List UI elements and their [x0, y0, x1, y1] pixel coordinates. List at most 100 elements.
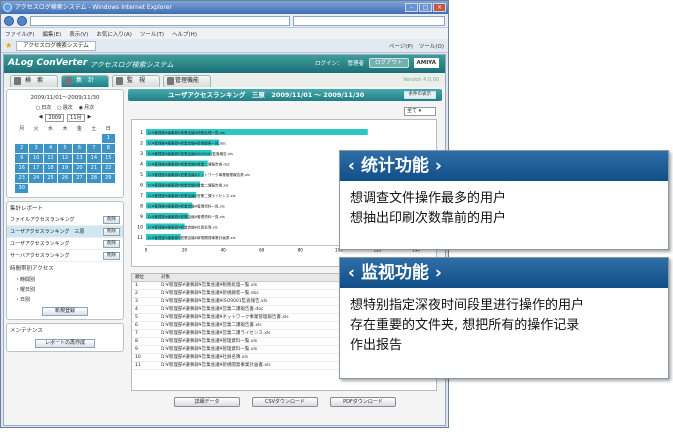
- calendar-day[interactable]: 6: [72, 144, 87, 153]
- time-item[interactable]: ・曜日別: [7, 284, 123, 294]
- calendar-day[interactable]: 24: [29, 174, 43, 183]
- calendar-day[interactable]: 11: [43, 154, 58, 163]
- bottom-buttons: 詳細データ CSVダウンロード PDFダウンロード: [128, 397, 442, 407]
- radio-daily[interactable]: 日次: [36, 104, 51, 111]
- bar-label: D:¥管理部¥議事録¥営業会議¥営業二課ライセンス.xls: [148, 193, 236, 198]
- delete-button[interactable]: 削除: [103, 215, 120, 224]
- calendar-day[interactable]: 27: [72, 174, 87, 183]
- command-bar: ページ(P) ツール(O): [389, 42, 444, 50]
- calendar-day[interactable]: 18: [43, 164, 58, 173]
- calendar-day[interactable]: 13: [72, 154, 87, 163]
- menu-view[interactable]: 表示(V): [69, 30, 88, 38]
- show-conditions-button[interactable]: 条件の表示: [403, 91, 436, 99]
- detail-data-button[interactable]: 詳細データ: [174, 397, 240, 407]
- report-item[interactable]: ユーザアクセスランキング 削除: [7, 238, 123, 250]
- calendar-day[interactable]: 2: [15, 144, 29, 153]
- calendar-day[interactable]: 14: [87, 154, 101, 163]
- calendar-day[interactable]: 23: [15, 174, 29, 183]
- weekday-header: 土: [91, 126, 97, 132]
- tools-menu[interactable]: ツール(O): [419, 42, 444, 50]
- rebuild-report-button[interactable]: レポートの再作成: [35, 339, 95, 348]
- time-item[interactable]: ・日別: [7, 294, 123, 304]
- category-label: 11: [137, 235, 143, 241]
- report-title-bar: ユーザアクセスランキング 三原 2009/11/01 〜 2009/11/30 …: [128, 89, 442, 101]
- top-select[interactable]: 全て ▾: [404, 107, 436, 116]
- calendar-day[interactable]: 8: [101, 144, 115, 153]
- csv-download-button[interactable]: CSVダウンロード: [252, 397, 318, 407]
- calendar-day[interactable]: 19: [58, 164, 72, 173]
- menu-tools[interactable]: ツール(T): [140, 30, 164, 38]
- logout-button[interactable]: ログアウト: [368, 58, 409, 68]
- report-item[interactable]: ファイルアクセスランキング 削除: [7, 214, 123, 226]
- report-item[interactable]: ユーザアクセスランキング 三原 削除: [7, 226, 123, 238]
- calendar-day[interactable]: 10: [29, 154, 43, 163]
- tab-monitor[interactable]: 監 視: [112, 75, 160, 87]
- calendar-day[interactable]: 1: [101, 134, 115, 143]
- maximize-button[interactable]: □: [419, 3, 432, 12]
- calendar-day[interactable]: 3: [29, 144, 43, 153]
- delete-button[interactable]: 削除: [103, 239, 120, 248]
- app-tabs: 検 索 集 計 監 視 管理機能 Version 4.0.00: [4, 73, 445, 87]
- forward-icon[interactable]: [17, 15, 27, 26]
- menu-edit[interactable]: 編集(E): [42, 30, 61, 38]
- favorites-star-icon[interactable]: ★: [5, 41, 12, 50]
- weekday-header: 水: [48, 126, 54, 132]
- app-header: ALog ConVerter アクセスログ検索システム ログイン： 管理者 ログ…: [4, 55, 445, 73]
- weekday-header: 日: [105, 126, 111, 132]
- pdf-download-button[interactable]: PDFダウンロード: [330, 397, 396, 407]
- menu-file[interactable]: ファイル(F): [5, 30, 34, 38]
- bar-label: D:¥管理部¥議事録¥営業会議¥ネットワーク事業管理報告書.xls: [148, 172, 250, 177]
- app-subtitle: アクセスログ検索システム: [90, 61, 174, 69]
- callout-statistics-body: 想调查文件操作最多的用户 想抽出印刷次数靠前的用户: [340, 181, 668, 237]
- calendar-day[interactable]: 28: [87, 174, 101, 183]
- calendar-day[interactable]: 7: [87, 144, 101, 153]
- calendar-day[interactable]: 26: [58, 174, 72, 183]
- calendar-day[interactable]: 20: [72, 164, 87, 173]
- next-icon[interactable]: ▶: [88, 114, 92, 122]
- category-label: 7: [140, 193, 143, 199]
- prev-icon[interactable]: ◀: [39, 114, 43, 122]
- category-label: 6: [140, 183, 143, 189]
- back-icon[interactable]: [4, 15, 14, 26]
- new-register-button[interactable]: 新規登録: [42, 307, 88, 316]
- calendar-day[interactable]: 30: [15, 184, 29, 193]
- close-button[interactable]: ×: [433, 3, 446, 12]
- calendar-day[interactable]: 4: [43, 144, 58, 153]
- calendar-day[interactable]: 22: [101, 164, 115, 173]
- report-item[interactable]: サーバアクセスランキング 削除: [7, 250, 123, 262]
- admin-tab-icon: [167, 77, 174, 85]
- url-input[interactable]: [30, 15, 290, 26]
- calendar-day: [29, 134, 42, 143]
- delete-button[interactable]: 削除: [103, 251, 120, 260]
- year-select[interactable]: 2009: [45, 114, 65, 122]
- calendar-day[interactable]: 25: [43, 174, 58, 183]
- calendar-day[interactable]: 17: [29, 164, 43, 173]
- delete-button[interactable]: 削除: [103, 227, 120, 236]
- calendar-day[interactable]: 16: [15, 164, 29, 173]
- rank-cell: 11: [135, 363, 141, 368]
- radio-weekly[interactable]: 週次: [57, 104, 73, 111]
- month-select[interactable]: 11月: [67, 114, 85, 122]
- minimize-button[interactable]: –: [405, 3, 418, 12]
- tab-aggregate[interactable]: 集 計: [61, 75, 109, 87]
- calendar-day[interactable]: 9: [15, 154, 29, 163]
- time-item[interactable]: ・時間別: [7, 274, 123, 284]
- calendar-day[interactable]: 5: [58, 144, 72, 153]
- callout-line: 想特别指定深夜时间段里进行操作的用户: [350, 298, 585, 313]
- calendar-day[interactable]: 21: [87, 164, 101, 173]
- calendar-day[interactable]: 29: [101, 174, 115, 183]
- menu-favorites[interactable]: お気に入り(A): [96, 30, 132, 38]
- login-label: ログイン：: [314, 61, 343, 67]
- page-menu[interactable]: ページ(P): [389, 42, 413, 50]
- bar-label: D:¥管理部¥議事録¥営業会議¥社員名簿.xls: [148, 224, 218, 229]
- weekday-header: 月: [19, 126, 25, 132]
- tab-search[interactable]: 検 索: [10, 75, 58, 87]
- browser-tab[interactable]: アクセスログ検索システム: [16, 40, 96, 51]
- calendar-day[interactable]: 12: [58, 154, 72, 163]
- tab-admin[interactable]: 管理機能: [163, 75, 211, 87]
- search-input[interactable]: [293, 15, 445, 26]
- radio-monthly[interactable]: 月次: [79, 104, 94, 111]
- calendar-panel: 2009/11/01〜2009/11/30 日次 週次 月次 ◀ 2009 11…: [6, 89, 124, 198]
- menu-help[interactable]: ヘルプ(H): [172, 30, 197, 38]
- calendar-day[interactable]: 15: [101, 154, 115, 163]
